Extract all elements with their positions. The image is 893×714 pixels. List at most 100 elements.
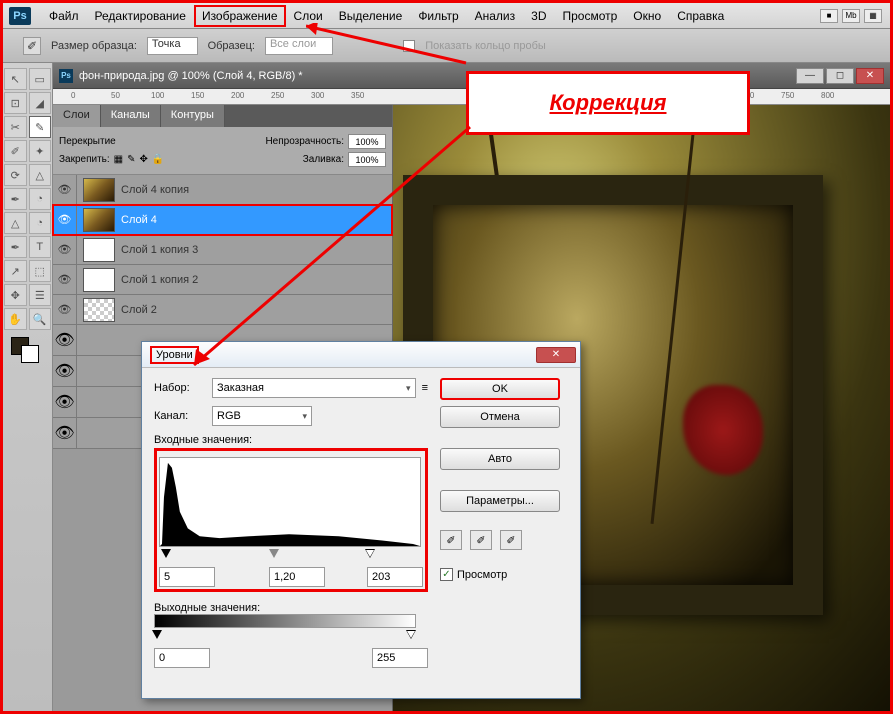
white-point-slider[interactable] — [365, 549, 375, 558]
options-button[interactable]: Параметры... — [440, 490, 560, 512]
output-black-slider[interactable] — [152, 630, 162, 639]
annotation-text: Коррекция — [550, 90, 667, 116]
visibility-icon[interactable]: 👁 — [53, 205, 77, 234]
dialog-close-button[interactable]: ✕ — [536, 347, 576, 363]
input-black-field[interactable]: 5 — [159, 567, 215, 587]
show-ring-checkbox[interactable] — [403, 40, 415, 52]
color-swatches[interactable] — [7, 337, 48, 373]
layer-row[interactable]: 👁 Слой 1 копия 2 — [53, 265, 392, 295]
workspace-btn-2[interactable]: Mb — [842, 9, 860, 23]
gamma-slider[interactable] — [269, 549, 279, 558]
tool-lasso[interactable]: ⊡ — [4, 92, 27, 114]
menu-analysis[interactable]: Анализ — [467, 5, 524, 27]
tool-hand[interactable]: ✋ — [4, 308, 27, 330]
visibility-icon[interactable]: 👁 — [53, 418, 77, 448]
workspace-btn-1[interactable]: ■ — [820, 9, 838, 23]
tool-marquee[interactable]: ▭ — [29, 68, 52, 90]
tool-move[interactable]: ↖ — [4, 68, 27, 90]
layer-row-selected[interactable]: 👁 Слой 4 — [53, 205, 392, 235]
tab-paths[interactable]: Контуры — [161, 105, 225, 127]
white-eyedropper-icon[interactable]: ✐ — [500, 530, 522, 550]
tab-channels[interactable]: Каналы — [101, 105, 161, 127]
tool-stamp[interactable]: ⟳ — [4, 164, 27, 186]
black-point-slider[interactable] — [161, 549, 171, 558]
layer-thumbnail[interactable] — [83, 178, 115, 202]
menu-window[interactable]: Окно — [625, 5, 669, 27]
visibility-icon[interactable]: 👁 — [53, 265, 77, 294]
blend-mode-dropdown[interactable]: Перекрытие — [59, 136, 199, 147]
output-white-slider[interactable] — [406, 630, 416, 639]
tool-pen[interactable]: ✒ — [4, 236, 27, 258]
opacity-value[interactable]: 100% — [348, 134, 386, 149]
close-button[interactable]: ✕ — [856, 68, 884, 84]
layer-row[interactable]: 👁 Слой 1 копия 3 — [53, 235, 392, 265]
visibility-icon[interactable]: 👁 — [53, 175, 77, 204]
menu-select[interactable]: Выделение — [331, 5, 411, 27]
layer-thumbnail[interactable] — [83, 298, 115, 322]
tool-zoom[interactable]: 🔍 — [29, 308, 52, 330]
tool-heal[interactable]: ✐ — [4, 140, 27, 162]
background-color[interactable] — [21, 345, 39, 363]
tool-3d[interactable]: ✥ — [4, 284, 27, 306]
menu-layer[interactable]: Слои — [286, 5, 331, 27]
tool-type[interactable]: T — [29, 236, 52, 258]
tool-eyedropper[interactable]: ✎ — [29, 116, 52, 138]
menu-3d[interactable]: 3D — [523, 5, 554, 27]
menu-image[interactable]: Изображение — [194, 5, 286, 27]
cancel-button[interactable]: Отмена — [440, 406, 560, 428]
fill-value[interactable]: 100% — [348, 152, 386, 167]
channel-dropdown[interactable]: RGB — [212, 406, 312, 426]
tool-eraser[interactable]: ✒ — [4, 188, 27, 210]
output-slider-track[interactable] — [154, 630, 428, 644]
visibility-icon[interactable]: 👁 — [53, 295, 77, 324]
tool-dodge[interactable]: ◔ — [29, 212, 52, 234]
black-eyedropper-icon[interactable]: ✐ — [440, 530, 462, 550]
menu-file[interactable]: Файл — [41, 5, 87, 27]
menu-filter[interactable]: Фильтр — [410, 5, 466, 27]
sample-size-dropdown[interactable]: Точка — [147, 37, 198, 55]
auto-button[interactable]: Авто — [440, 448, 560, 470]
preset-dropdown[interactable]: Заказная — [212, 378, 416, 398]
tool-path[interactable]: ↗ — [4, 260, 27, 282]
tool-shape[interactable]: ⬚ — [29, 260, 52, 282]
sample-dropdown[interactable]: Все слои — [265, 37, 333, 55]
tool-brush[interactable]: ✦ — [29, 140, 52, 162]
tool-wand[interactable]: ◢ — [29, 92, 52, 114]
tool-preset-icon[interactable]: ✐ — [23, 37, 41, 55]
layer-row[interactable]: 👁 Слой 4 копия — [53, 175, 392, 205]
lock-all-icon[interactable]: 🔒 — [152, 154, 164, 165]
input-gamma-field[interactable]: 1,20 — [269, 567, 325, 587]
tool-blur[interactable]: △ — [4, 212, 27, 234]
preset-menu-icon[interactable]: ≡ — [422, 382, 428, 394]
menu-view[interactable]: Просмотр — [554, 5, 625, 27]
visibility-icon[interactable]: 👁 — [53, 325, 77, 355]
lock-pixels-icon[interactable]: ✎ — [127, 154, 135, 165]
input-white-field[interactable]: 203 — [367, 567, 423, 587]
tool-gradient[interactable]: ◔ — [29, 188, 52, 210]
ok-button[interactable]: OK — [440, 378, 560, 400]
visibility-icon[interactable]: 👁 — [53, 235, 77, 264]
dialog-titlebar[interactable]: Уровни ✕ — [142, 342, 580, 368]
tool-3dcam[interactable]: ☰ — [29, 284, 52, 306]
layer-row[interactable]: 👁 Слой 2 — [53, 295, 392, 325]
lock-position-icon[interactable]: ✥ — [140, 154, 148, 165]
preview-checkbox[interactable]: ✓ — [440, 568, 453, 581]
menu-help[interactable]: Справка — [669, 5, 732, 27]
visibility-icon[interactable]: 👁 — [53, 387, 77, 417]
layer-thumbnail[interactable] — [83, 208, 115, 232]
menu-edit[interactable]: Редактирование — [87, 5, 194, 27]
tool-history[interactable]: △ — [29, 164, 52, 186]
tool-crop[interactable]: ✂ — [4, 116, 27, 138]
output-white-field[interactable]: 255 — [372, 648, 428, 668]
input-slider-track[interactable] — [159, 549, 423, 563]
visibility-icon[interactable]: 👁 — [53, 356, 77, 386]
workspace-btn-3[interactable]: ▦ — [864, 9, 882, 23]
minimize-button[interactable]: — — [796, 68, 824, 84]
maximize-button[interactable]: ◻ — [826, 68, 854, 84]
layer-thumbnail[interactable] — [83, 238, 115, 262]
output-black-field[interactable]: 0 — [154, 648, 210, 668]
layer-thumbnail[interactable] — [83, 268, 115, 292]
tab-layers[interactable]: Слои — [53, 105, 101, 127]
gray-eyedropper-icon[interactable]: ✐ — [470, 530, 492, 550]
lock-transparent-icon[interactable]: ▦ — [114, 154, 123, 165]
